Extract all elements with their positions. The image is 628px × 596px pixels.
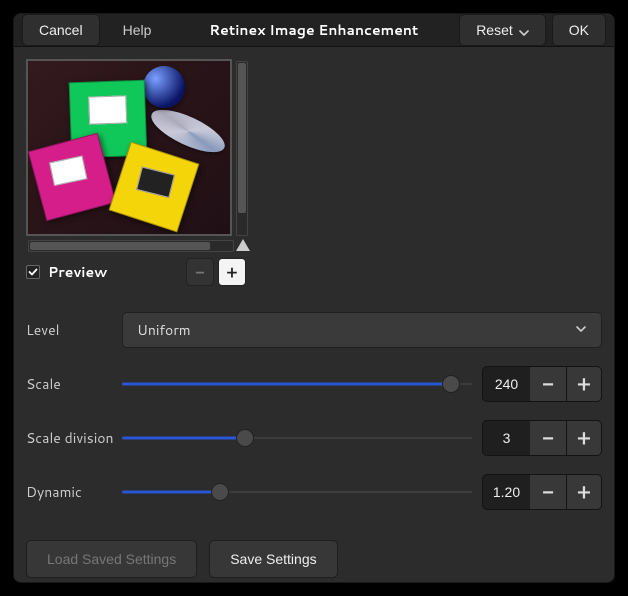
scale-division-decrement[interactable]: − (530, 420, 566, 456)
dynamic-row: − + (122, 474, 602, 510)
level-value: Uniform (137, 320, 191, 340)
preview-area: Preview − + (26, 59, 602, 286)
ok-button[interactable]: OK (552, 14, 606, 46)
header-bar: Cancel Help Retinex Image Enhancement Re… (14, 14, 614, 47)
cancel-button[interactable]: Cancel (22, 14, 100, 46)
vertical-scrollbar[interactable] (236, 61, 248, 236)
minus-icon: − (542, 370, 554, 398)
scale-division-input[interactable] (482, 420, 530, 456)
dynamic-spin: − + (482, 474, 602, 510)
nav-arrow-icon[interactable] (236, 239, 250, 251)
scale-division-row: − + (122, 420, 602, 456)
scale-slider[interactable] (122, 374, 472, 394)
preview-controls: Preview − + (26, 258, 246, 286)
scale-row: − + (122, 366, 602, 402)
dynamic-label: Dynamic (26, 482, 122, 502)
preview-image[interactable] (26, 59, 232, 236)
dialog-title: Retinex Image Enhancement (174, 20, 453, 40)
dialog-content: Preview − + Level Uniform Scale (14, 47, 614, 590)
preview-label: Preview (48, 262, 182, 282)
preview-checkbox[interactable] (26, 265, 40, 279)
plus-icon: + (577, 424, 591, 452)
dynamic-decrement[interactable]: − (530, 474, 566, 510)
chevron-down-icon (575, 320, 587, 340)
scale-input[interactable] (482, 366, 530, 402)
scale-division-spin: − + (482, 420, 602, 456)
reset-button[interactable]: Reset (459, 14, 546, 46)
dialog-window: Cancel Help Retinex Image Enhancement Re… (13, 13, 615, 583)
footer: Load Saved Settings Save Settings (26, 540, 602, 578)
scale-division-label: Scale division (26, 428, 122, 448)
horizontal-scrollbar[interactable] (28, 240, 234, 252)
save-settings-button[interactable]: Save Settings (209, 540, 337, 578)
dynamic-slider[interactable] (122, 482, 472, 502)
form: Level Uniform Scale − + (26, 312, 602, 510)
minus-icon: − (195, 261, 204, 284)
level-select[interactable]: Uniform (122, 312, 602, 348)
zoom-out-button[interactable]: − (186, 258, 214, 286)
scale-division-increment[interactable]: + (566, 420, 602, 456)
level-label: Level (26, 320, 122, 340)
help-button[interactable]: Help (106, 14, 169, 46)
minus-icon: − (542, 424, 554, 452)
scale-spin: − + (482, 366, 602, 402)
reset-label: Reset (476, 22, 513, 38)
minus-icon: − (542, 478, 554, 506)
chevron-down-icon (519, 25, 529, 35)
dynamic-increment[interactable]: + (566, 474, 602, 510)
dynamic-input[interactable] (482, 474, 530, 510)
plus-icon: + (577, 370, 591, 398)
scale-decrement[interactable]: − (530, 366, 566, 402)
scale-label: Scale (26, 374, 122, 394)
load-settings-button[interactable]: Load Saved Settings (26, 540, 197, 578)
zoom-in-button[interactable]: + (218, 258, 246, 286)
scale-increment[interactable]: + (566, 366, 602, 402)
scale-division-slider[interactable] (122, 428, 472, 448)
plus-icon: + (227, 261, 238, 284)
plus-icon: + (577, 478, 591, 506)
